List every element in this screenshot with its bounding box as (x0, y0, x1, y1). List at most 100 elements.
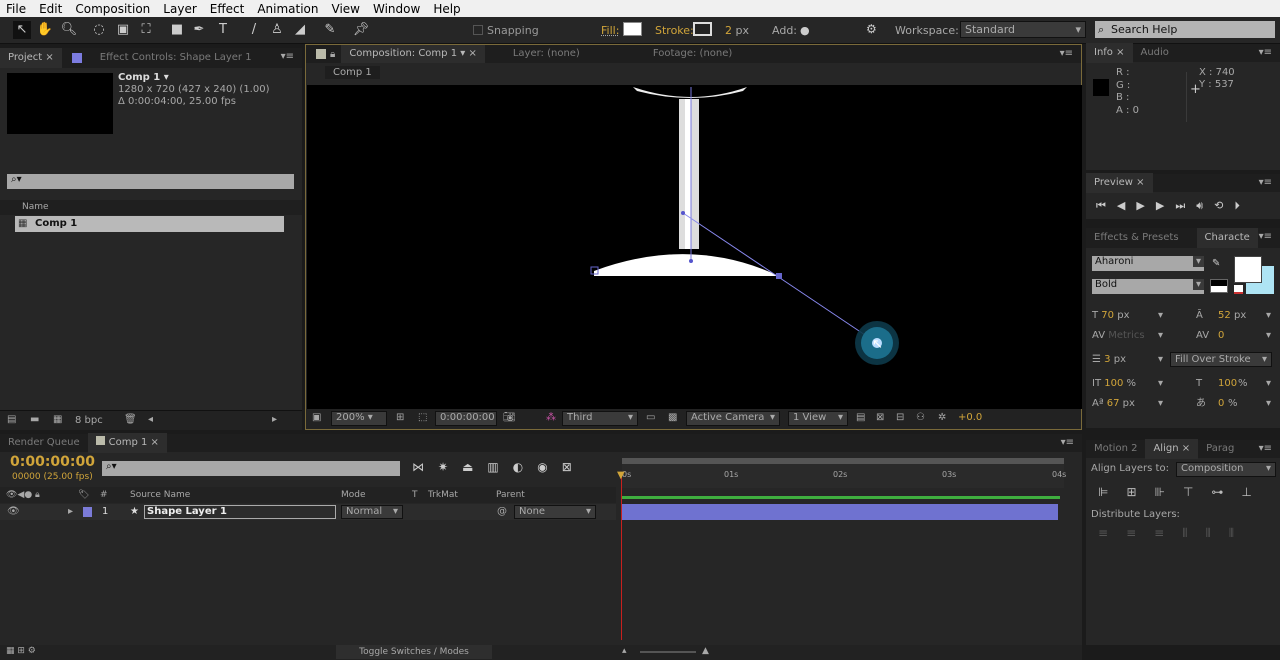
new-folder-icon[interactable]: ▬ (30, 414, 39, 425)
always-preview-icon[interactable]: ▣ (312, 412, 321, 423)
leading-value[interactable]: 52 (1218, 306, 1231, 326)
no-color-swatch[interactable] (1234, 285, 1243, 294)
font-style-dropdown[interactable]: Bold ▾ (1092, 279, 1204, 294)
scroll-left-icon[interactable]: ◂ (148, 414, 153, 425)
horizontal-scale-value[interactable]: 100 (1218, 374, 1237, 394)
timeline-search-input[interactable]: ⌕▾ (102, 461, 400, 476)
tsume-value[interactable]: 0 (1218, 394, 1224, 414)
distribute-top-icon[interactable]: ≡ (1098, 526, 1108, 541)
comp-name[interactable]: Comp 1 ▾ (118, 72, 270, 84)
char-stroke-width-value[interactable]: 3 (1104, 354, 1110, 365)
fast-previews-icon[interactable]: ⊠ (876, 412, 884, 423)
stroke-mode-dropdown[interactable]: Fill Over Stroke ▾ (1170, 352, 1272, 367)
text-tool-icon[interactable]: T (214, 21, 232, 39)
menu-help[interactable]: Help (433, 2, 460, 16)
stroke-label[interactable]: Stroke: (655, 24, 694, 37)
puppet-pin-tool-icon[interactable]: 📌︎ (352, 21, 370, 39)
expand-arrow-icon[interactable]: ▸ (68, 504, 73, 520)
tab-project[interactable]: Project × (0, 48, 62, 68)
loop-icon[interactable]: ⟲ (1214, 199, 1223, 213)
align-right-icon[interactable]: ⊪ (1155, 485, 1165, 499)
align-horizontal-center-icon[interactable]: ⊞ (1126, 485, 1136, 499)
tracking-value[interactable]: 0 (1218, 326, 1224, 346)
menu-effect[interactable]: Effect (210, 2, 245, 16)
panel-menu-icon[interactable]: ▾≡ (1259, 443, 1272, 454)
playhead[interactable] (621, 474, 622, 640)
tab-preview[interactable]: Preview × (1086, 173, 1153, 193)
channels-icon[interactable]: ⁂ (546, 412, 556, 423)
panel-menu-icon[interactable]: ▾≡ (1060, 48, 1073, 59)
panel-menu-icon[interactable]: ▾≡ (1259, 177, 1272, 188)
new-composition-icon[interactable]: ▦ (53, 414, 62, 425)
tab-info[interactable]: Info × (1086, 43, 1133, 63)
motion-blur-icon[interactable]: ◐ (513, 460, 523, 474)
toggle-switches-modes-button[interactable]: Toggle Switches / Modes (336, 645, 492, 659)
vertical-scale-value[interactable]: 100 (1104, 378, 1123, 389)
menu-composition[interactable]: Composition (75, 2, 150, 16)
tab-character[interactable]: Characte (1196, 228, 1258, 248)
tab-audio[interactable]: Audio (1133, 43, 1177, 63)
panel-menu-icon[interactable]: ▾≡ (281, 51, 294, 62)
snapshot-icon[interactable]: 📷︎ (503, 412, 516, 423)
panel-menu-icon[interactable]: ▾≡ (1259, 47, 1272, 58)
parent-dropdown[interactable]: None ▾ (514, 505, 596, 519)
eraser-tool-icon[interactable]: ◢ (291, 21, 309, 39)
menu-layer[interactable]: Layer (163, 2, 196, 16)
camera-dropdown[interactable]: Active Camera ▾ (686, 411, 780, 426)
draft-3d-icon[interactable]: ✷ (438, 460, 448, 474)
align-left-icon[interactable]: ⊫ (1098, 485, 1108, 499)
toggle-pixel-aspect-icon[interactable]: ▤ (856, 412, 865, 423)
work-area-bar[interactable] (622, 458, 1064, 464)
stroke-width-value[interactable]: 2 (725, 24, 732, 37)
brainstorm-icon[interactable]: ◉ (537, 460, 547, 474)
view-layout-dropdown[interactable]: 1 View ▾ (788, 411, 848, 426)
camera-tool-icon[interactable]: ▣ (114, 21, 132, 39)
tab-paragraph[interactable]: Parag (1198, 439, 1242, 459)
column-source-name[interactable]: Source Name (130, 487, 190, 503)
kerning-value[interactable]: Metrics (1108, 330, 1144, 341)
tab-composition[interactable]: Composition: Comp 1 ▾ × (341, 45, 485, 63)
workspace-dropdown[interactable]: Standard ▾ (960, 21, 1086, 38)
tab-motion-2[interactable]: Motion 2 (1086, 439, 1145, 459)
scroll-right-icon[interactable]: ▸ (272, 414, 277, 425)
search-help-input[interactable]: ⌕ Search Help (1095, 21, 1275, 38)
hand-tool-icon[interactable]: ✋ (36, 21, 54, 39)
layer-name[interactable]: Shape Layer 1 (144, 505, 336, 519)
graph-editor-icon[interactable]: ⊠ (562, 460, 572, 474)
black-white-swatch[interactable] (1210, 279, 1228, 293)
composition-viewer[interactable]: ↖ (307, 85, 1082, 409)
panel-menu-icon[interactable]: ▾≡ (1061, 437, 1074, 448)
rotate-tool-icon[interactable]: ◌ (90, 21, 108, 39)
baseline-shift-value[interactable]: 67 (1107, 398, 1120, 409)
exposure-reset-icon[interactable]: ✲ (938, 412, 946, 423)
resolution-dropdown[interactable]: Third ▾ (562, 411, 638, 426)
blend-mode-dropdown[interactable]: Normal ▾ (341, 505, 403, 519)
composition-mini-flowchart-icon[interactable]: ⋈ (412, 460, 424, 474)
align-top-icon[interactable]: ⊤ (1183, 485, 1193, 499)
font-size-value[interactable]: 70 (1101, 310, 1114, 321)
timeline-zoom-slider[interactable] (640, 651, 696, 653)
fill-label[interactable]: Fill: (601, 24, 619, 37)
fill-swatch[interactable] (623, 22, 642, 36)
hide-shy-layers-icon[interactable]: ⏏ (462, 460, 473, 474)
comp-breadcrumb[interactable]: Comp 1 (325, 66, 380, 79)
zoom-out-icon[interactable]: ▴ (622, 646, 627, 656)
menu-animation[interactable]: Animation (257, 2, 318, 16)
magnification-dropdown[interactable]: 200% ▾ (331, 411, 387, 426)
menu-window[interactable]: Window (373, 2, 420, 16)
tab-layer[interactable]: Layer: (none) (505, 44, 645, 64)
mute-audio-icon[interactable]: 🔊︎ (1196, 199, 1203, 213)
first-frame-icon[interactable]: ⏮ (1096, 199, 1106, 213)
next-frame-icon[interactable]: ▶︎ (1156, 199, 1164, 213)
layer-label-color[interactable] (83, 507, 92, 517)
project-item-comp-1[interactable]: ▦ Comp 1 (15, 216, 284, 232)
workspace-icon[interactable]: ⚙ (866, 22, 877, 36)
eyedropper-icon[interactable]: ✎ (1212, 258, 1220, 269)
tab-effects-presets[interactable]: Effects & Presets (1086, 228, 1187, 248)
clone-stamp-tool-icon[interactable]: ♙ (268, 21, 286, 39)
distribute-bottom-icon[interactable]: ≡ (1154, 526, 1164, 541)
pick-whip-icon[interactable]: @ (497, 504, 507, 520)
align-vertical-center-icon[interactable]: ⊶ (1211, 485, 1223, 499)
column-name[interactable]: Name (0, 200, 302, 215)
stroke-swatch[interactable] (693, 22, 712, 36)
